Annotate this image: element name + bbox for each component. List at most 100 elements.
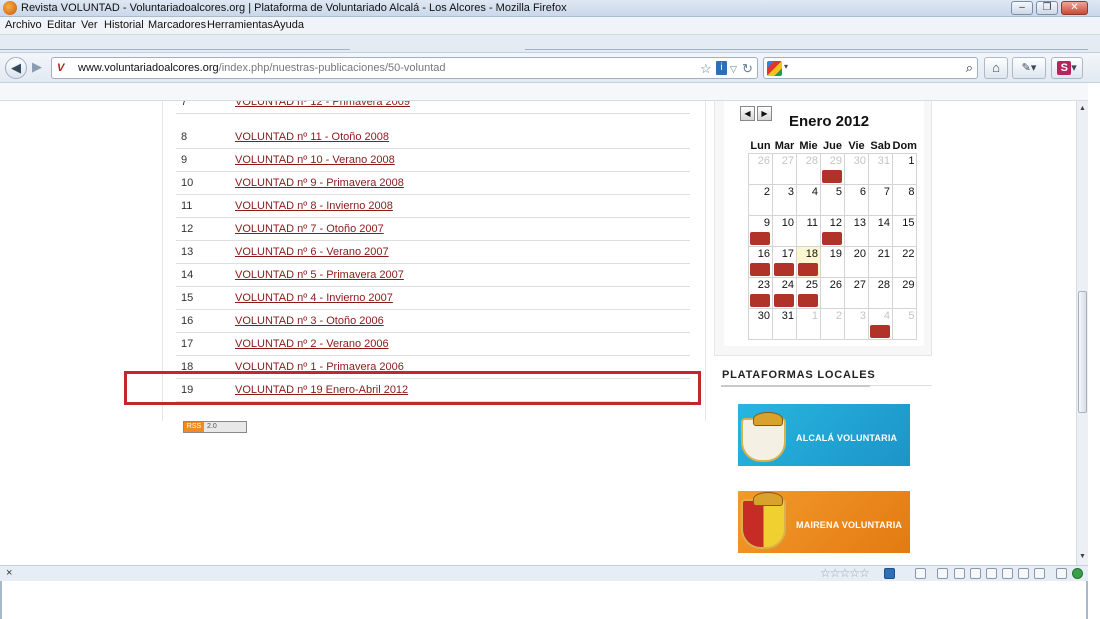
maximize-button[interactable]: ❐ xyxy=(1036,1,1058,15)
calendar-day-cell[interactable]: 21 xyxy=(868,245,893,278)
calendar-next-button[interactable]: ▶ xyxy=(757,106,772,121)
calendar-day-cell[interactable]: 19 xyxy=(820,245,845,278)
calendar-day-cell[interactable]: 29 xyxy=(891,276,918,309)
publication-link[interactable]: VOLUNTAD nº 8 - Invierno 2008 xyxy=(235,200,393,212)
close-button[interactable]: ✕ xyxy=(1061,1,1088,15)
scroll-down-arrow-icon[interactable]: ▼ xyxy=(1078,553,1087,560)
calendar-event-marker[interactable] xyxy=(822,169,842,183)
calendar-day-cell[interactable]: 25 xyxy=(796,276,821,309)
undo-icon[interactable] xyxy=(1002,568,1013,579)
url-text[interactable]: www.voluntariadoalcores.org/index.php/nu… xyxy=(78,62,446,74)
calendar-event-marker[interactable] xyxy=(870,324,890,338)
calendar-event-marker[interactable] xyxy=(750,262,770,276)
publication-link[interactable]: VOLUNTAD nº 3 - Otoño 2006 xyxy=(235,315,384,327)
calendar-day-cell[interactable]: 30 xyxy=(844,152,869,185)
publication-link[interactable]: VOLUNTAD nº 9 - Primavera 2008 xyxy=(235,177,404,189)
calendar-day-cell[interactable]: 5 xyxy=(820,183,845,216)
calendar-day-cell[interactable]: 22 xyxy=(891,245,918,278)
calendar-day-cell[interactable]: 27 xyxy=(772,152,797,185)
calendar-day-cell[interactable]: 31 xyxy=(772,307,797,340)
calendar-day-cell[interactable]: 5 xyxy=(891,307,918,340)
calendar-day-cell[interactable]: 6 xyxy=(844,183,869,216)
calendar-day-cell[interactable]: 1 xyxy=(891,152,918,185)
publication-link[interactable]: VOLUNTAD nº 5 - Primavera 2007 xyxy=(235,269,404,281)
status-ok-icon[interactable] xyxy=(1072,568,1083,579)
calendar-day-cell[interactable]: 12 xyxy=(820,214,845,247)
calendar-day-cell[interactable]: 7 xyxy=(868,183,893,216)
url-bar[interactable]: V www.voluntariadoalcores.org/index.php/… xyxy=(51,57,758,79)
addon-status-icon[interactable] xyxy=(884,568,895,579)
calendar-day-cell[interactable]: 28 xyxy=(868,276,893,309)
calendar-prev-button[interactable]: ◀ xyxy=(740,106,755,121)
scroll-up-arrow-icon[interactable]: ▲ xyxy=(1078,105,1087,112)
settings-icon[interactable] xyxy=(1056,568,1067,579)
menu-archivo[interactable]: Archivo xyxy=(5,19,42,31)
publication-link[interactable]: VOLUNTAD nº 11 - Otoño 2008 xyxy=(235,131,389,143)
calendar-day-cell[interactable]: 23 xyxy=(748,276,773,309)
calendar-event-marker[interactable] xyxy=(750,231,770,245)
save-icon[interactable] xyxy=(970,568,981,579)
calendar-day-cell[interactable]: 15 xyxy=(891,214,918,247)
calendar-day-cell[interactable]: 26 xyxy=(748,152,773,185)
alcala-voluntaria-banner[interactable]: ALCALÁ VOLUNTARIA xyxy=(738,404,910,466)
calendar-day-cell[interactable]: 1 xyxy=(796,307,821,340)
print-icon[interactable] xyxy=(986,568,997,579)
calendar-day-cell[interactable]: 26 xyxy=(820,276,845,309)
stylish-button[interactable]: S ▾ xyxy=(1051,57,1083,79)
calendar-day-cell[interactable]: 4 xyxy=(796,183,821,216)
google-icon[interactable] xyxy=(767,61,782,76)
calendar-event-marker[interactable] xyxy=(750,293,770,307)
menu-editar[interactable]: Editar xyxy=(47,19,76,31)
calendar-day-cell[interactable]: 3 xyxy=(772,183,797,216)
calendar-day-cell[interactable]: 14 xyxy=(868,214,893,247)
publication-link[interactable]: VOLUNTAD nº 4 - Invierno 2007 xyxy=(235,292,393,304)
rating-stars-icon[interactable]: ☆☆☆☆☆ xyxy=(820,566,870,580)
calendar-event-marker[interactable] xyxy=(774,293,794,307)
calendar-day-cell[interactable]: 31 xyxy=(868,152,893,185)
mairena-voluntaria-banner[interactable]: MAIRENA VOLUNTARIA xyxy=(738,491,910,553)
menu-ver[interactable]: Ver xyxy=(81,19,98,31)
publication-link[interactable]: VOLUNTAD nº 2 - Verano 2006 xyxy=(235,338,389,350)
menu-marcadores[interactable]: Marcadores xyxy=(148,19,206,31)
calendar-day-cell[interactable]: 17 xyxy=(772,245,797,278)
bookmark-star-icon[interactable]: ☆ xyxy=(700,61,712,77)
tool-icon[interactable] xyxy=(954,568,965,579)
calendar-event-marker[interactable] xyxy=(798,293,818,307)
publication-link[interactable]: VOLUNTAD nº 6 - Verano 2007 xyxy=(235,246,389,258)
calendar-day-cell[interactable]: 2 xyxy=(820,307,845,340)
window-icon[interactable] xyxy=(1018,568,1029,579)
calendar-event-marker[interactable] xyxy=(822,231,842,245)
calendar-day-cell[interactable]: 8 xyxy=(891,183,918,216)
url-dropdown-icon[interactable]: ▽ xyxy=(730,64,737,75)
calendar-day-cell[interactable]: 2 xyxy=(748,183,773,216)
calendar-day-cell[interactable]: 9 xyxy=(748,214,773,247)
publication-link[interactable]: VOLUNTAD nº 7 - Otoño 2007 xyxy=(235,223,384,235)
calendar-day-cell[interactable]: 18 xyxy=(796,245,821,278)
menu-ayuda[interactable]: Ayuda xyxy=(273,19,304,31)
calendar-day-cell[interactable]: 24 xyxy=(772,276,797,309)
menu-historial[interactable]: Historial xyxy=(104,19,144,31)
publication-link[interactable]: VOLUNTAD nº 10 - Verano 2008 xyxy=(235,154,395,166)
calendar-day-cell[interactable]: 16 xyxy=(748,245,773,278)
search-bar[interactable]: ▾ ⌕ xyxy=(763,57,978,79)
back-button[interactable]: ◀ xyxy=(5,57,27,79)
vertical-scrollbar[interactable]: ▲ ▼ xyxy=(1076,101,1088,565)
calendar-day-cell[interactable]: 30 xyxy=(748,307,773,340)
menu-herramientas[interactable]: Herramientas xyxy=(207,19,273,31)
publication-link[interactable]: VOLUNTAD nº 12 - Primavera 2009 xyxy=(235,101,410,108)
chart-icon[interactable] xyxy=(1034,568,1045,579)
calendar-day-cell[interactable]: 27 xyxy=(844,276,869,309)
calendar-day-cell[interactable]: 13 xyxy=(844,214,869,247)
calendar-day-cell[interactable]: 10 xyxy=(772,214,797,247)
minimize-button[interactable]: – xyxy=(1011,1,1033,15)
close-findbar-icon[interactable]: × xyxy=(6,567,12,579)
calendar-day-cell[interactable]: 4 xyxy=(868,307,893,340)
scrollbar-thumb[interactable] xyxy=(1078,291,1087,413)
calendar-day-cell[interactable]: 11 xyxy=(796,214,821,247)
calendar-day-cell[interactable]: 28 xyxy=(796,152,821,185)
home-button[interactable]: ⌂ xyxy=(984,57,1008,79)
pen-icon[interactable] xyxy=(937,568,948,579)
search-icon[interactable]: ⌕ xyxy=(966,60,973,76)
calendar-day-cell[interactable]: 20 xyxy=(844,245,869,278)
forward-button[interactable]: ▶ xyxy=(28,57,46,79)
